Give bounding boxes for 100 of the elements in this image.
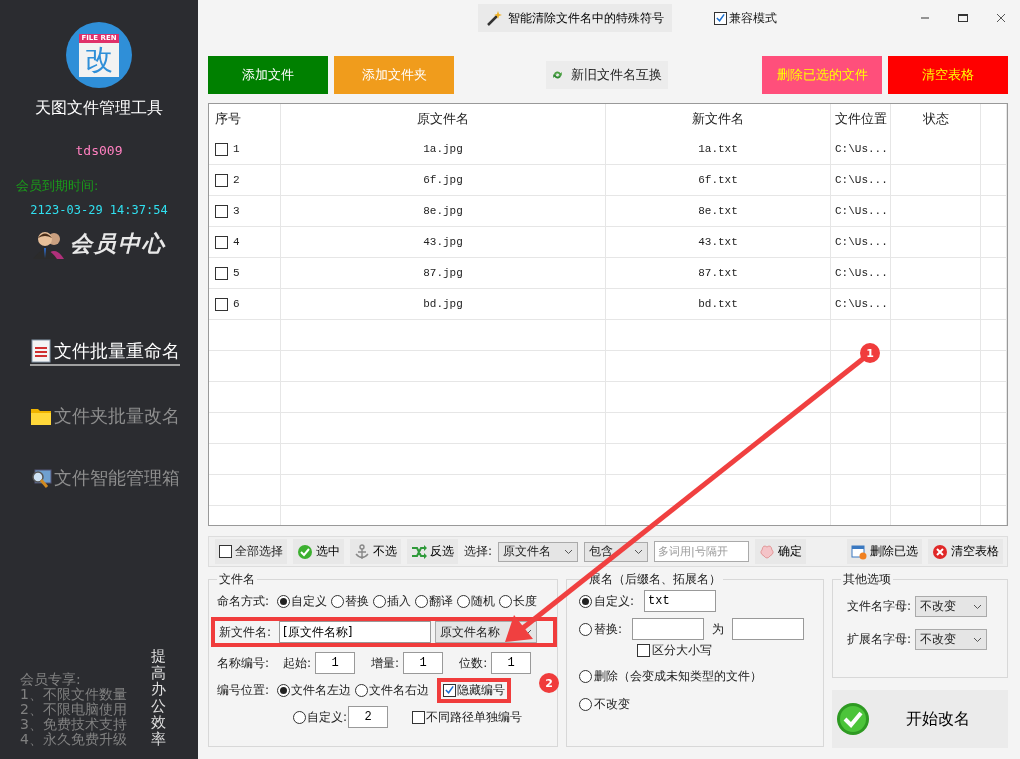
checkbox[interactable] xyxy=(443,683,457,697)
clean-symbols-button[interactable]: 智能清除文件名中的特殊符号 xyxy=(478,4,672,32)
row-checkbox[interactable] xyxy=(215,266,228,280)
radio-button[interactable] xyxy=(415,594,429,608)
radio-button[interactable] xyxy=(355,683,369,697)
case-dropdown[interactable]: 不改变 xyxy=(915,596,988,617)
field-label: 命名方式: xyxy=(217,592,270,610)
step-field[interactable]: 1 xyxy=(403,652,444,674)
radio-label: 替换: xyxy=(594,620,623,638)
row-number: 4 xyxy=(233,236,240,248)
nav-item[interactable]: 文件夹批量改名 xyxy=(30,404,180,428)
expiry-label: 会员到期时间: xyxy=(16,177,99,195)
table-cell: bd.txt xyxy=(698,298,738,310)
radio-label: 翻译 xyxy=(429,592,454,610)
checkbox[interactable] xyxy=(637,644,650,657)
radio-button[interactable] xyxy=(331,594,345,608)
column-header[interactable]: 新文件名 xyxy=(606,104,831,134)
radio-button[interactable] xyxy=(293,710,306,724)
radio-button[interactable] xyxy=(277,683,291,697)
logo-glyph: 改 xyxy=(79,42,119,77)
confirm-button[interactable]: 确定 xyxy=(755,539,807,564)
start-field[interactable]: 1 xyxy=(315,652,356,674)
custom-position-field[interactable]: 2 xyxy=(348,706,389,728)
select-button[interactable]: 选中 xyxy=(293,539,344,564)
group-title: 其他选项 xyxy=(842,571,892,588)
row-checkbox[interactable] xyxy=(215,235,228,249)
nav-item[interactable]: 文件批量重命名 xyxy=(30,339,180,366)
column-header[interactable]: 原文件名 xyxy=(281,104,606,134)
start-rename-button[interactable]: 开始改名 xyxy=(832,690,1008,748)
window-delete-icon xyxy=(851,543,867,560)
add-button[interactable]: 添加文件 xyxy=(208,56,328,94)
column-header[interactable]: 序号 xyxy=(209,104,281,134)
column-header[interactable]: 文件位置 xyxy=(831,104,891,134)
field-label: 新文件名: xyxy=(219,623,272,641)
radio-button[interactable] xyxy=(373,594,387,608)
row-number: 1 xyxy=(233,143,240,155)
maximize-icon xyxy=(958,13,968,23)
case-dropdown[interactable]: 不改变 xyxy=(915,629,988,650)
radio-button[interactable] xyxy=(579,669,592,683)
table-cell: C:\Us... xyxy=(835,298,888,310)
radio-button[interactable] xyxy=(579,622,592,636)
replace-field[interactable] xyxy=(732,618,805,640)
extension-field[interactable]: txt xyxy=(644,590,717,612)
row-checkbox[interactable] xyxy=(215,204,228,218)
checkbox-label: 不同路径单独编号 xyxy=(426,708,523,726)
radio-label: 自定义 xyxy=(291,592,328,610)
checkbox-label: 隐藏编号 xyxy=(457,681,506,699)
checkbox[interactable] xyxy=(412,710,426,724)
row-checkbox[interactable] xyxy=(215,297,228,311)
table-cell: 6f.txt xyxy=(698,174,738,186)
row-checkbox[interactable] xyxy=(215,142,228,156)
radio-button[interactable] xyxy=(579,594,592,608)
step-badge: 2 xyxy=(539,673,559,693)
perks-title: 会员专享: xyxy=(20,672,82,687)
radio-button[interactable] xyxy=(579,697,592,711)
column-header[interactable]: 状态 xyxy=(891,104,981,134)
remove-button[interactable]: 清空表格 xyxy=(888,56,1008,94)
invert-button[interactable]: 反选 xyxy=(407,539,458,564)
member-center-link[interactable]: 会员中心 xyxy=(70,229,166,259)
delete-selected-button[interactable]: 删除已选 xyxy=(847,539,922,564)
find-field[interactable] xyxy=(632,618,705,640)
anchor-icon xyxy=(354,543,370,560)
table-cell: C:\Us... xyxy=(835,174,888,186)
select-all-checkbox[interactable] xyxy=(219,545,232,558)
radio-button[interactable] xyxy=(277,594,291,608)
perk-item: 1、不限文件数量 xyxy=(20,687,127,702)
swap-names-button[interactable]: 新旧文件名互换 xyxy=(546,61,668,89)
magnifier-icon xyxy=(30,466,52,490)
select-label: 选择: xyxy=(464,543,493,560)
row-checkbox[interactable] xyxy=(215,173,228,187)
checkbox[interactable] xyxy=(714,11,727,25)
nav-item[interactable]: 文件智能管理箱 xyxy=(30,466,180,490)
check-circle-icon xyxy=(836,702,870,736)
row-number: 6 xyxy=(233,298,240,310)
checkbox-label: 兼容模式 xyxy=(729,9,777,27)
caret-icon xyxy=(973,603,983,610)
row-number: 2 xyxy=(233,174,240,186)
table-cell: 87.jpg xyxy=(423,267,463,279)
deselect-button[interactable]: 不选 xyxy=(350,539,401,564)
radio-label: 随机 xyxy=(471,592,496,610)
table-cell: 43.jpg xyxy=(423,236,463,248)
radio-button[interactable] xyxy=(457,594,471,608)
expiry-time: 2123-03-29 14:37:54 xyxy=(30,203,168,217)
clear-table-button[interactable]: 清空表格 xyxy=(928,539,1003,564)
field-dropdown[interactable]: 原文件名 xyxy=(498,541,579,562)
checkbox-label: 全部选择 xyxy=(235,543,283,560)
field-label: 起始: xyxy=(283,654,312,672)
radio-button[interactable] xyxy=(499,594,513,608)
table-cell: C:\Us... xyxy=(835,143,888,155)
app-title: 天图文件管理工具 xyxy=(35,98,163,119)
radio-label: 自定义: xyxy=(594,592,635,610)
table-cell: bd.jpg xyxy=(423,298,463,310)
caret-icon xyxy=(564,548,574,555)
table-cell: 8e.txt xyxy=(698,205,738,217)
radio-label: 文件名右边 xyxy=(369,681,430,699)
keyword-field[interactable]: 多词用|号隔开 xyxy=(654,541,750,562)
radio-label: 删除（会变成未知类型的文件） xyxy=(594,667,762,685)
shuffle-icon xyxy=(411,543,427,560)
digits-field[interactable]: 1 xyxy=(491,652,532,674)
new-name-field[interactable]: [原文件名称] xyxy=(279,621,432,643)
